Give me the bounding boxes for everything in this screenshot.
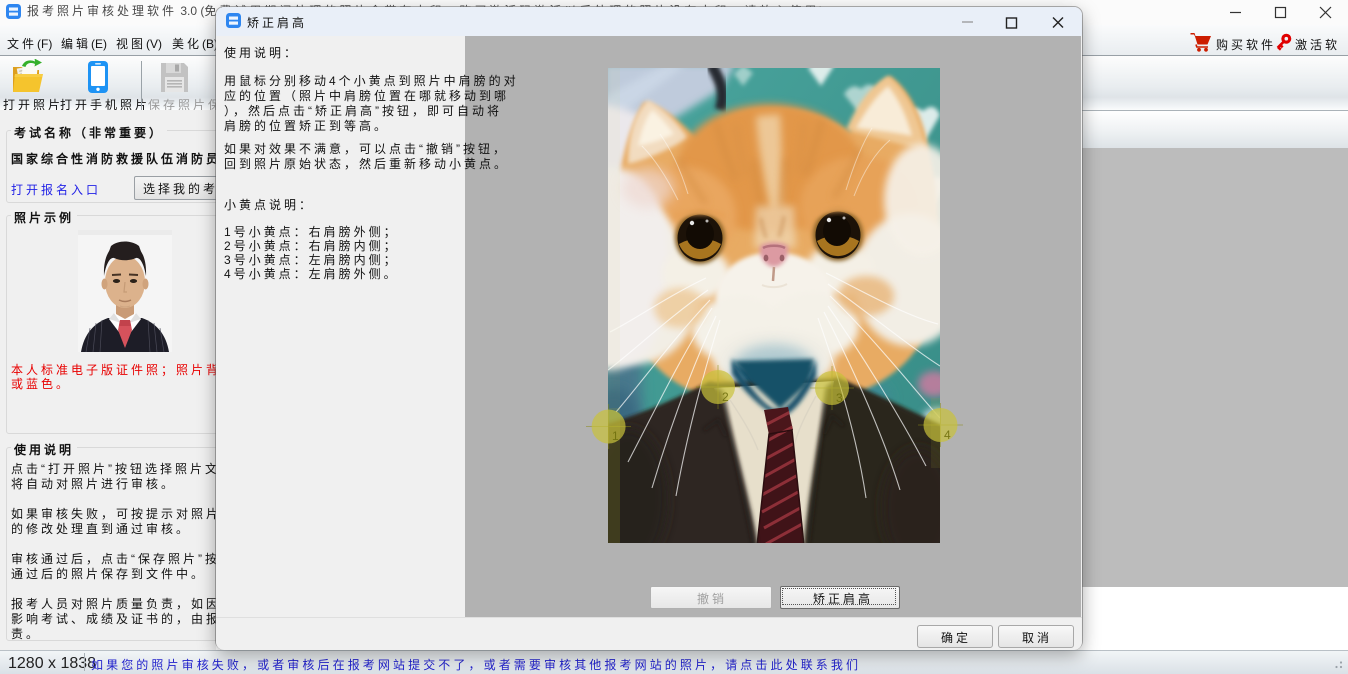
svg-text:2: 2 xyxy=(722,390,729,404)
svg-text:1: 1 xyxy=(612,429,619,443)
svg-text:3: 3 xyxy=(836,391,843,405)
svg-text:4: 4 xyxy=(944,428,951,442)
